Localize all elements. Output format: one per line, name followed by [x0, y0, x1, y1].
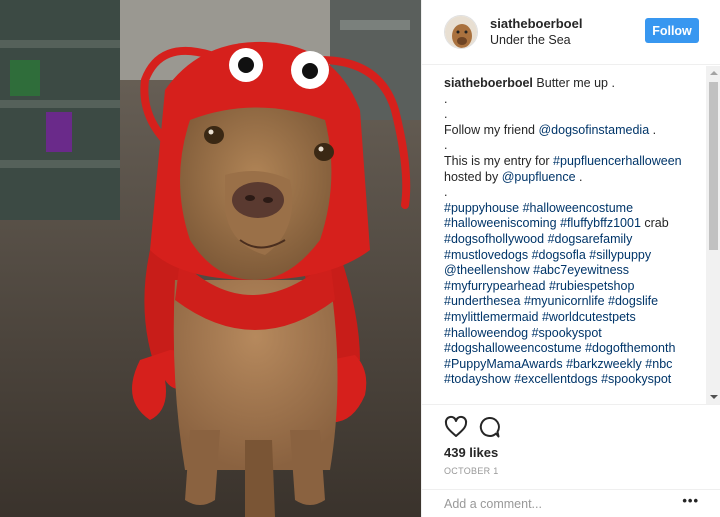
- caption-dot: .: [444, 138, 448, 153]
- hashtag-link[interactable]: #halloweendog: [444, 326, 528, 340]
- hashtag-link[interactable]: #sillypuppy: [589, 248, 651, 262]
- more-options-icon[interactable]: •••: [682, 493, 699, 508]
- hashtag-link[interactable]: #dogsofhollywood: [444, 232, 544, 246]
- hashtag-line: #todayshow #excellentdogs #spookyspot: [444, 372, 706, 388]
- post-date[interactable]: OCTOBER 1: [444, 466, 499, 476]
- heart-icon[interactable]: [444, 415, 468, 439]
- hashtag-line: #PuppyMamaAwards #barkzweekly #nbc: [444, 357, 706, 373]
- caption-first-line: siatheboerboel Butter me up .: [444, 76, 706, 92]
- username-link[interactable]: siatheboerboel: [490, 15, 582, 32]
- caption-hosted-line: hosted by @pupfluence .: [444, 170, 706, 186]
- comment-bar: •••: [422, 489, 720, 517]
- caption-scrollbar[interactable]: [706, 66, 720, 404]
- caption: siatheboerboel Butter me up . . . Follow…: [444, 76, 706, 402]
- caption-follow-line: Follow my friend @dogsofinstamedia .: [444, 123, 706, 139]
- caption-dot: .: [444, 107, 448, 122]
- hashtag-link[interactable]: #dogshalloweencostume: [444, 341, 582, 355]
- hashtag-line: @theellenshow #abc7eyewitness: [444, 263, 706, 279]
- hashtag-link[interactable]: #myfurrypearhead: [444, 279, 545, 293]
- hashtag-line: #halloweeniscoming #fluffybffz1001 crab: [444, 216, 706, 232]
- hashtag-link[interactable]: #dogofthemonth: [585, 341, 675, 355]
- hashtag-link[interactable]: #worldcutestpets: [542, 310, 636, 324]
- like-count[interactable]: 439 likes: [444, 445, 498, 460]
- hashtag-link[interactable]: #underthesea: [444, 294, 520, 308]
- hashtag-link[interactable]: #spookyspot: [532, 326, 602, 340]
- caption-text: Butter me up .: [536, 76, 615, 90]
- caption-entry-line: This is my entry for #pupfluencerhallowe…: [444, 154, 706, 170]
- hashtag-block: #puppyhouse #halloweencostume #halloweeni…: [444, 201, 706, 388]
- avatar[interactable]: [444, 15, 478, 49]
- hashtag-link[interactable]: #barkzweekly: [566, 357, 642, 371]
- hashtag-link[interactable]: #dogsarefamily: [548, 232, 633, 246]
- mention-link[interactable]: @dogsofinstamedia: [538, 123, 649, 137]
- instagram-post: siatheboerboel Under the Sea Follow siat…: [0, 0, 720, 517]
- post-actions: 439 likes OCTOBER 1: [422, 404, 720, 476]
- scroll-thumb[interactable]: [709, 82, 718, 250]
- location-link[interactable]: Under the Sea: [490, 32, 582, 49]
- hashtag-link[interactable]: #dogsofla: [532, 248, 586, 262]
- hashtag-link[interactable]: #halloweencostume: [523, 201, 634, 215]
- avatar-image: [445, 16, 477, 48]
- hashtag-line: #mylittlemermaid #worldcutestpets: [444, 310, 706, 326]
- scroll-up-arrow-icon[interactable]: [710, 71, 718, 75]
- hashtag-link[interactable]: #dogslife: [608, 294, 658, 308]
- caption-follow-suffix: .: [649, 122, 657, 137]
- hashtag-link[interactable]: #mustlovedogs: [444, 248, 528, 262]
- caption-dot: .: [444, 185, 448, 200]
- hashtag-link[interactable]: #todayshow: [444, 372, 511, 386]
- hashtag-link[interactable]: #spookyspot: [601, 372, 671, 386]
- hashtag-link[interactable]: #rubiespetshop: [549, 279, 634, 293]
- hashtag-line: #halloweendog #spookyspot: [444, 326, 706, 342]
- caption-hosted-prefix: hosted by: [444, 169, 502, 184]
- hashtag-line: #underthesea #myunicornlife #dogslife: [444, 294, 706, 310]
- post-photo[interactable]: [0, 0, 421, 517]
- hashtag-line: #dogsofhollywood #dogsarefamily: [444, 232, 706, 248]
- caption-text-segment: crab: [640, 216, 669, 231]
- hashtag-line: #myfurrypearhead #rubiespetshop: [444, 279, 706, 295]
- hashtag-link[interactable]: #PuppyMamaAwards: [444, 357, 563, 371]
- caption-hosted-suffix: .: [575, 169, 583, 184]
- mention-link[interactable]: @pupfluence: [502, 170, 576, 184]
- caption-dot: .: [444, 91, 448, 106]
- action-icons: [444, 415, 501, 439]
- speech-bubble-icon[interactable]: [477, 415, 501, 439]
- scroll-down-arrow-icon[interactable]: [710, 395, 718, 399]
- comment-input[interactable]: [444, 494, 664, 514]
- hashtag-line: #dogshalloweencostume #dogofthemonth: [444, 341, 706, 357]
- hashtag-link[interactable]: #abc7eyewitness: [533, 263, 629, 277]
- hashtag-link[interactable]: #halloweeniscoming: [444, 216, 557, 230]
- hashtag-link[interactable]: #excellentdogs: [514, 372, 597, 386]
- caption-follow-prefix: Follow my friend: [444, 122, 539, 137]
- hashtag-link[interactable]: #fluffybffz1001: [560, 216, 641, 230]
- dog-in-lobster-costume-image: [0, 0, 421, 517]
- post-side-panel: siatheboerboel Under the Sea Follow siat…: [421, 0, 720, 517]
- hashtag-line: #mustlovedogs #dogsofla #sillypuppy: [444, 248, 706, 264]
- mention-link[interactable]: @theellenshow: [444, 263, 530, 277]
- hashtag-link[interactable]: #pupfluencerhalloween: [553, 154, 682, 168]
- header-text: siatheboerboel Under the Sea: [490, 15, 582, 49]
- hashtag-link[interactable]: #mylittlemermaid: [444, 310, 538, 324]
- follow-button[interactable]: Follow: [645, 18, 699, 43]
- hashtag-line: #puppyhouse #halloweencostume: [444, 201, 706, 217]
- hashtag-link[interactable]: #myunicornlife: [524, 294, 605, 308]
- post-header: siatheboerboel Under the Sea Follow: [422, 0, 720, 65]
- hashtag-link[interactable]: #puppyhouse: [444, 201, 519, 215]
- caption-username[interactable]: siatheboerboel: [444, 76, 533, 90]
- caption-entry-prefix: This is my entry for: [444, 153, 554, 168]
- hashtag-link[interactable]: #nbc: [645, 357, 672, 371]
